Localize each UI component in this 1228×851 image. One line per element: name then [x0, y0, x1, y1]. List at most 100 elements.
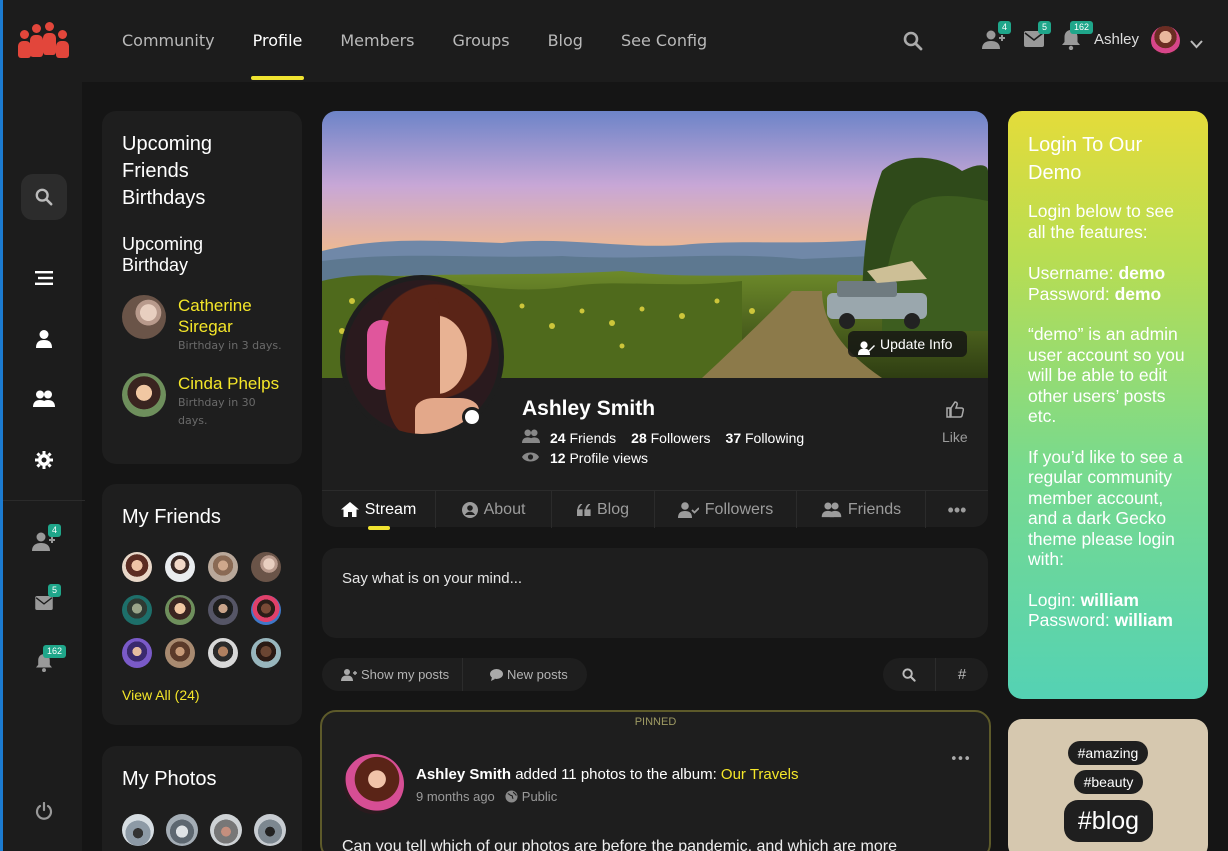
birthday-item[interactable]: Cinda Phelps Birthday in 30 days.	[122, 373, 286, 430]
demo-username-line: Username: demo	[1028, 263, 1188, 284]
tab-friends[interactable]: Friends	[797, 491, 926, 528]
header-avatar[interactable]	[1151, 26, 1180, 55]
rail-friend-requests-badge: 4	[48, 524, 62, 537]
nav-groups[interactable]: Groups	[453, 0, 510, 82]
search-icon[interactable]	[903, 31, 925, 53]
post-action: added 11 photos to the album:	[515, 766, 717, 783]
following-count[interactable]: 37	[726, 430, 742, 446]
friend-avatar[interactable]	[208, 595, 238, 625]
settings-gear-icon[interactable]	[21, 437, 67, 483]
messages-icon[interactable]	[1024, 31, 1046, 53]
show-my-posts-button[interactable]: Show my posts	[322, 658, 463, 691]
friend-avatar[interactable]	[251, 595, 281, 625]
tag-blog[interactable]: #blog	[1064, 800, 1153, 842]
post-meta: 9 months ago Public	[416, 789, 557, 804]
friend-avatar[interactable]	[122, 595, 152, 625]
friend-avatar[interactable]	[208, 552, 238, 582]
user-check-icon	[677, 501, 699, 518]
demo-login-value: william	[1080, 589, 1139, 610]
post-search-icon[interactable]	[883, 658, 936, 691]
tab-blog[interactable]: Blog	[552, 491, 655, 528]
activity-stream-icon[interactable]	[21, 255, 67, 301]
friend-avatar[interactable]	[165, 638, 195, 668]
new-posts-button[interactable]: New posts	[463, 667, 568, 682]
logout-power-icon[interactable]	[21, 788, 67, 834]
nav-community[interactable]: Community	[122, 0, 215, 82]
photo-thumbnail[interactable]	[254, 814, 286, 846]
tab-about[interactable]: About	[436, 491, 552, 528]
friend-avatar[interactable]	[165, 595, 195, 625]
composer-placeholder[interactable]: Say what is on your mind...	[342, 570, 522, 587]
photos-grid	[122, 814, 286, 846]
friend-avatar[interactable]	[165, 552, 195, 582]
friend-avatar[interactable]	[122, 638, 152, 668]
post-album-link[interactable]: Our Travels	[721, 766, 799, 783]
my-friends-title: My Friends	[122, 506, 221, 528]
groups-icon[interactable]	[21, 376, 67, 422]
demo-login-card: Login To Our Demo Login below to see all…	[1008, 111, 1208, 699]
tab-about-label: About	[483, 500, 526, 518]
followers-stat-label[interactable]: Followers	[651, 430, 711, 446]
site-logo[interactable]	[0, 0, 82, 82]
friend-avatar[interactable]	[251, 552, 281, 582]
demo-username-value: demo	[1118, 263, 1166, 283]
nav-see-config[interactable]: See Config	[621, 0, 707, 82]
chevron-down-icon[interactable]	[1190, 34, 1204, 49]
tab-followers[interactable]: Followers	[655, 491, 797, 528]
photo-thumbnail[interactable]	[122, 814, 154, 846]
tab-blog-label: Blog	[596, 500, 630, 518]
new-posts-label: New posts	[507, 667, 568, 682]
eye-icon	[522, 450, 550, 466]
post-options-ellipsis-icon[interactable]: •••	[950, 752, 971, 767]
header-username[interactable]: Ashley	[1094, 31, 1139, 48]
tag-beauty[interactable]: #beauty	[1074, 770, 1143, 794]
rail-messages-badge: 5	[48, 584, 62, 597]
birthdays-title: Upcoming Friends Birthdays	[122, 133, 213, 209]
status-composer[interactable]: Say what is on your mind...	[322, 548, 988, 638]
friends-count[interactable]: 24	[550, 430, 566, 446]
nav-members[interactable]: Members	[340, 0, 414, 82]
friend-avatar[interactable]	[208, 638, 238, 668]
birthday-name[interactable]: Catherine Siregar	[178, 295, 302, 337]
post-search-bar: #	[883, 658, 988, 691]
logo-person-icon	[43, 22, 56, 56]
nav-profile[interactable]: Profile	[250, 0, 305, 82]
friend-avatar[interactable]	[251, 638, 281, 668]
post-author-avatar[interactable]	[344, 754, 404, 814]
update-info-button[interactable]: Update Info	[848, 331, 967, 357]
tab-stream-label: Stream	[364, 500, 417, 518]
user-circle-icon	[461, 501, 478, 518]
like-label[interactable]: Like	[942, 429, 968, 445]
post-filter-bar: Show my posts New posts	[322, 658, 587, 691]
friend-avatar[interactable]	[122, 552, 152, 582]
profile-views-count: 12	[550, 450, 566, 466]
nav-blog[interactable]: Blog	[548, 0, 583, 82]
friends-stat-label[interactable]: Friends	[569, 430, 616, 446]
photo-thumbnail[interactable]	[166, 814, 198, 846]
birthdays-card: Upcoming Friends Birthdays Upcoming Birt…	[102, 111, 302, 464]
left-icon-rail: 4 5 162	[0, 82, 85, 851]
profile-icon[interactable]	[21, 316, 67, 362]
demo-title: Login To Our Demo	[1028, 134, 1143, 184]
post-header: Ashley Smith added 11 photos to the albu…	[416, 766, 798, 783]
post-time[interactable]: 9 months ago	[416, 789, 495, 804]
demo-password-label: Password:	[1028, 283, 1110, 304]
demo-regular-note: If you’d like to see a regular community…	[1028, 446, 1183, 570]
birthdays-subtitle: Upcoming Birthday	[122, 234, 204, 275]
hashtag-icon[interactable]: #	[936, 658, 988, 691]
post-author-name[interactable]: Ashley Smith	[416, 766, 511, 783]
tag-amazing[interactable]: #amazing	[1068, 741, 1148, 765]
birthday-item[interactable]: Catherine Siregar Birthday in 3 days.	[122, 295, 302, 355]
following-stat-label[interactable]: Following	[745, 430, 804, 446]
show-my-posts-label: Show my posts	[361, 667, 450, 682]
tab-more-ellipsis-icon[interactable]: •••	[926, 491, 988, 528]
birthday-name[interactable]: Cinda Phelps	[178, 373, 286, 394]
followers-count[interactable]: 28	[631, 430, 647, 446]
tab-stream[interactable]: Stream	[322, 491, 436, 530]
like-thumb-icon[interactable]	[946, 401, 965, 422]
photo-thumbnail[interactable]	[210, 814, 242, 846]
rail-search-icon[interactable]	[21, 174, 67, 220]
view-all-friends-link[interactable]: View All (24)	[122, 687, 200, 703]
demo-username-label: Username:	[1028, 263, 1114, 283]
tag-cloud-card: #amazing #beauty #blog	[1008, 719, 1208, 851]
